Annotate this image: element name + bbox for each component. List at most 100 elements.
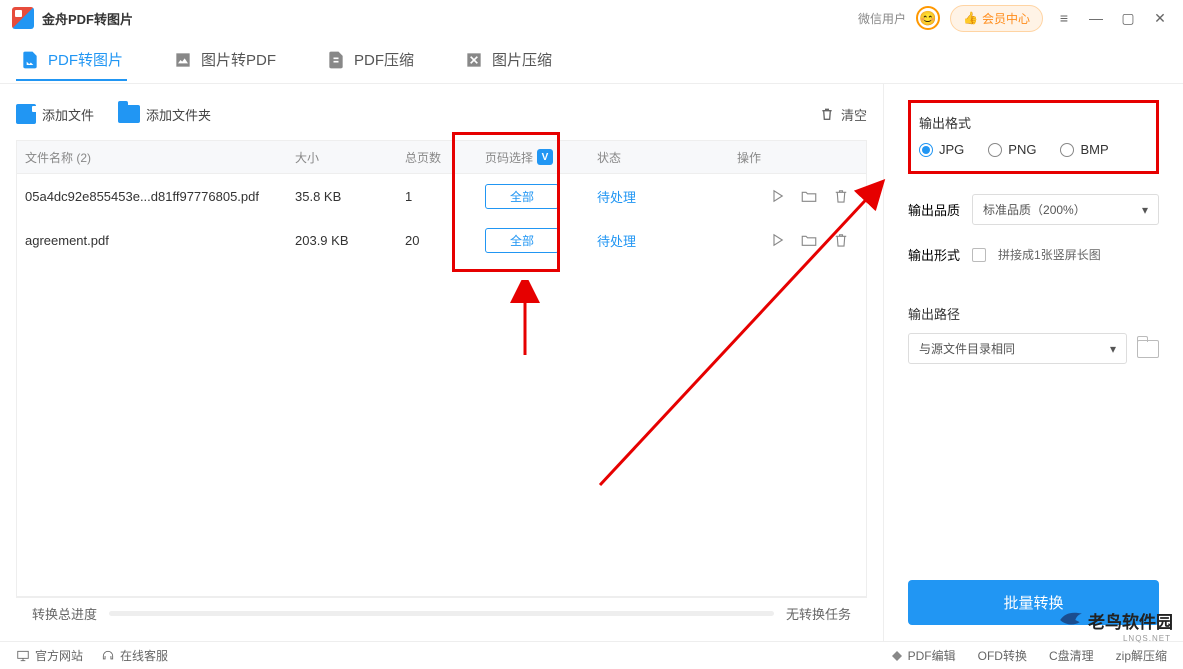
col-select-header: 页码选择 V bbox=[485, 149, 597, 166]
menu-icon[interactable]: ≡ bbox=[1053, 7, 1075, 29]
file-name: 05a4dc92e855453e...d81ff97776805.pdf bbox=[25, 189, 295, 204]
page-select-button[interactable]: 全部 bbox=[485, 228, 559, 253]
radio-icon bbox=[1060, 143, 1074, 157]
progress-label: 转换总进度 bbox=[32, 604, 97, 623]
image-compress-icon bbox=[464, 50, 484, 70]
file-status: 待处理 bbox=[597, 190, 636, 205]
footer-zip-link[interactable]: zip解压缩 bbox=[1116, 647, 1167, 664]
headset-icon bbox=[101, 649, 115, 663]
add-file-label: 添加文件 bbox=[42, 105, 94, 124]
progress-track bbox=[109, 611, 774, 616]
tab-label: 图片转PDF bbox=[201, 49, 276, 70]
official-site-link[interactable]: 官方网站 bbox=[16, 647, 83, 664]
radio-icon bbox=[919, 143, 933, 157]
tab-pdf-compress[interactable]: PDF压缩 bbox=[322, 39, 418, 80]
col-status-header: 状态 bbox=[597, 149, 737, 166]
user-avatar-icon[interactable]: 😊 bbox=[916, 6, 940, 30]
app-title: 金舟PDF转图片 bbox=[42, 9, 133, 28]
footer-ofd-link[interactable]: OFD转换 bbox=[978, 647, 1027, 664]
browse-folder-icon[interactable] bbox=[1137, 340, 1159, 358]
image-to-pdf-icon bbox=[173, 50, 193, 70]
radio-icon bbox=[988, 143, 1002, 157]
chevron-down-icon: ▾ bbox=[1142, 203, 1148, 217]
file-icon bbox=[16, 104, 36, 124]
tab-label: PDF压缩 bbox=[354, 49, 414, 70]
table-row: 05a4dc92e855453e...d81ff97776805.pdf 35.… bbox=[17, 174, 866, 218]
maximize-icon[interactable]: ▢ bbox=[1117, 7, 1139, 29]
mode-row: 输出形式 拼接成1张竖屏长图 bbox=[908, 245, 1159, 264]
thumbs-up-icon: 👍 bbox=[963, 11, 978, 25]
output-format-group: 输出格式 JPG PNG BMP bbox=[908, 100, 1159, 174]
vip-center-button[interactable]: 👍 会员中心 bbox=[950, 5, 1043, 32]
tab-image-to-pdf[interactable]: 图片转PDF bbox=[169, 39, 280, 80]
bird-logo-icon bbox=[1058, 607, 1084, 633]
chevron-down-icon: ▾ bbox=[1110, 342, 1116, 356]
settings-panel: 输出格式 JPG PNG BMP 输出品质 标准品质（200%） ▾ 输出形式 … bbox=[883, 84, 1183, 641]
monitor-icon bbox=[16, 649, 30, 663]
vip-label: 会员中心 bbox=[982, 10, 1030, 27]
user-label: 微信用户 bbox=[858, 10, 906, 27]
mode-label: 输出形式 bbox=[908, 245, 960, 264]
app-logo-icon bbox=[12, 7, 34, 29]
col-size-header: 大小 bbox=[295, 149, 405, 166]
file-size: 203.9 KB bbox=[295, 233, 405, 248]
file-size: 35.8 KB bbox=[295, 189, 405, 204]
watermark-sub: LNQS.NET bbox=[1123, 634, 1171, 643]
format-jpg-radio[interactable]: JPG bbox=[919, 142, 964, 157]
page-select-button[interactable]: 全部 bbox=[485, 184, 559, 209]
stitch-checkbox[interactable] bbox=[972, 248, 986, 262]
play-icon[interactable] bbox=[768, 187, 786, 205]
file-name: agreement.pdf bbox=[25, 233, 295, 248]
quality-select[interactable]: 标准品质（200%） ▾ bbox=[972, 194, 1159, 225]
clear-label: 清空 bbox=[841, 105, 867, 124]
progress-status: 无转换任务 bbox=[786, 604, 851, 623]
format-label: 输出格式 bbox=[919, 113, 1148, 132]
file-pages: 1 bbox=[405, 189, 485, 204]
close-icon[interactable]: ✕ bbox=[1149, 7, 1171, 29]
output-path-select[interactable]: 与源文件目录相同 ▾ bbox=[908, 333, 1127, 364]
minimize-icon[interactable]: — bbox=[1085, 7, 1107, 29]
link-icon bbox=[891, 650, 903, 662]
trash-icon bbox=[819, 106, 835, 122]
add-folder-label: 添加文件夹 bbox=[146, 105, 211, 124]
footer-cdisk-link[interactable]: C盘清理 bbox=[1049, 647, 1094, 664]
clear-button[interactable]: 清空 bbox=[819, 105, 867, 124]
open-folder-icon[interactable] bbox=[800, 187, 818, 205]
open-folder-icon[interactable] bbox=[800, 231, 818, 249]
pdf-compress-icon bbox=[326, 50, 346, 70]
footer-pdf-edit-link[interactable]: PDF编辑 bbox=[891, 647, 956, 664]
format-bmp-radio[interactable]: BMP bbox=[1060, 142, 1108, 157]
tab-label: 图片压缩 bbox=[492, 49, 552, 70]
quality-label: 输出品质 bbox=[908, 200, 960, 219]
footer: 官方网站 在线客服 PDF编辑 OFD转换 C盘清理 zip解压缩 bbox=[0, 641, 1183, 669]
customer-service-link[interactable]: 在线客服 bbox=[101, 647, 168, 664]
title-bar: 金舟PDF转图片 微信用户 😊 👍 会员中心 ≡ — ▢ ✕ bbox=[0, 0, 1183, 36]
delete-icon[interactable] bbox=[832, 231, 850, 249]
path-label: 输出路径 bbox=[908, 304, 1159, 323]
format-png-radio[interactable]: PNG bbox=[988, 142, 1036, 157]
tab-pdf-to-image[interactable]: PDF转图片 bbox=[16, 39, 127, 80]
tab-label: PDF转图片 bbox=[48, 49, 123, 70]
quality-row: 输出品质 标准品质（200%） ▾ bbox=[908, 194, 1159, 225]
file-table: 05a4dc92e855453e...d81ff97776805.pdf 35.… bbox=[16, 174, 867, 597]
main-tabs: PDF转图片 图片转PDF PDF压缩 图片压缩 bbox=[0, 36, 1183, 84]
play-icon[interactable] bbox=[768, 231, 786, 249]
col-name-header: 文件名称 (2) bbox=[25, 149, 295, 166]
table-row: agreement.pdf 203.9 KB 20 全部 待处理 bbox=[17, 218, 866, 262]
delete-icon[interactable] bbox=[832, 187, 850, 205]
stitch-label: 拼接成1张竖屏长图 bbox=[998, 246, 1101, 263]
col-ops-header: 操作 bbox=[737, 149, 858, 166]
add-folder-button[interactable]: 添加文件夹 bbox=[118, 105, 211, 124]
pdf-to-image-icon bbox=[20, 50, 40, 70]
tab-image-compress[interactable]: 图片压缩 bbox=[460, 39, 556, 80]
file-pages: 20 bbox=[405, 233, 485, 248]
add-file-button[interactable]: 添加文件 bbox=[16, 104, 94, 124]
vip-badge-icon: V bbox=[537, 149, 553, 165]
folder-icon bbox=[118, 105, 140, 123]
table-header: 文件名称 (2) 大小 总页数 页码选择 V 状态 操作 bbox=[16, 140, 867, 174]
progress-bar-row: 转换总进度 无转换任务 bbox=[16, 597, 867, 629]
col-pages-header: 总页数 bbox=[405, 149, 485, 166]
file-status: 待处理 bbox=[597, 234, 636, 249]
file-toolbar: 添加文件 添加文件夹 清空 bbox=[16, 96, 867, 132]
watermark: 老鸟软件园 bbox=[1058, 607, 1173, 633]
